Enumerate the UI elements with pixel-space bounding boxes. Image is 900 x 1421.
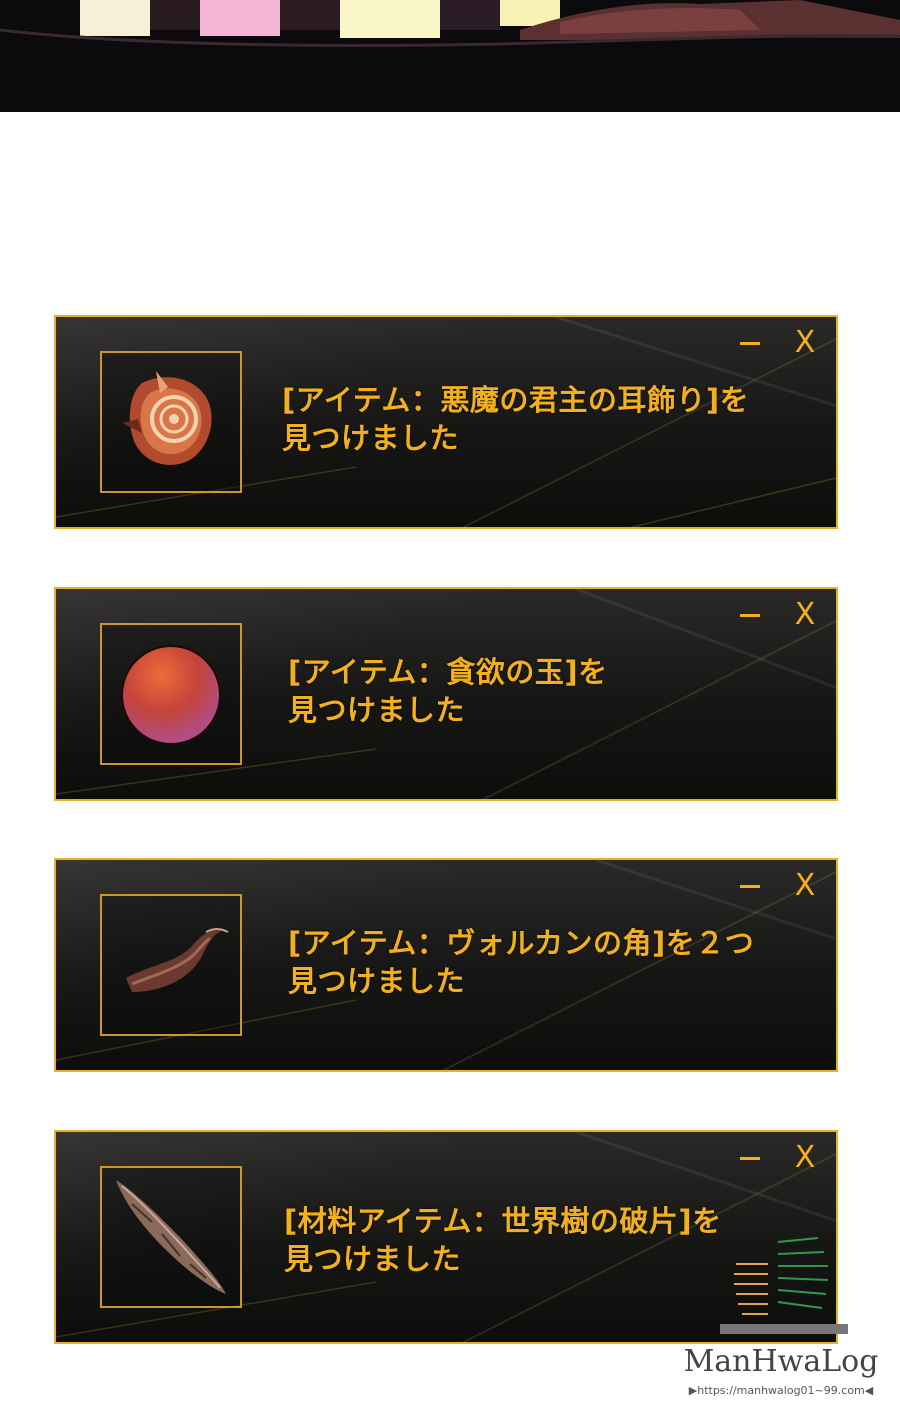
item-found-notification: X [アイテム：ヴォルカンの角]を２つ 見つけました <box>54 858 838 1072</box>
notification-message: [アイテム：貪欲の玉]を 見つけました <box>288 653 828 729</box>
message-line: 見つけました <box>288 964 466 998</box>
close-icon[interactable]: X <box>790 327 820 359</box>
close-icon[interactable]: X <box>790 1142 820 1174</box>
watermark: ManHwaLog ▶https://manhwalog01~99.com◀ <box>668 1228 894 1397</box>
close-icon[interactable]: X <box>790 599 820 631</box>
minimize-icon[interactable] <box>738 1150 764 1168</box>
item-slot <box>100 623 242 765</box>
notification-message: [アイテム：ヴォルカンの角]を２つ 見つけました <box>288 924 828 1000</box>
item-slot <box>100 1166 242 1308</box>
close-icon[interactable]: X <box>790 870 820 902</box>
watermark-logo-text: ManHwaLog <box>683 1344 879 1379</box>
world-tree-fragment-icon <box>116 1180 226 1294</box>
item-found-notification: X [アイテム：悪魔の君主の耳飾り]を 見つけました <box>54 315 838 529</box>
message-line: [アイテム：貪欲の玉]を <box>288 655 608 689</box>
watermark-url: ▶https://manhwalog01~99.com◀ <box>688 1384 874 1397</box>
message-line: [アイテム：悪魔の君主の耳飾り]を <box>282 383 750 417</box>
minimize-icon[interactable] <box>738 607 764 625</box>
watermark-logo-graphic <box>720 1237 848 1334</box>
demon-earring-icon <box>122 371 212 465</box>
item-slot <box>100 351 242 493</box>
message-line: 見つけました <box>288 693 466 727</box>
minimize-icon[interactable] <box>738 335 764 353</box>
vulcan-horn-icon <box>126 928 229 992</box>
item-slot <box>100 894 242 1036</box>
item-found-notification: X [アイテム：貪欲の玉]を 見つけました <box>54 587 838 801</box>
minimize-icon[interactable] <box>738 878 764 896</box>
comic-panel-top <box>0 0 900 112</box>
orb-of-greed-icon <box>121 645 221 745</box>
notification-message: [アイテム：悪魔の君主の耳飾り]を 見つけました <box>282 381 822 457</box>
message-line: [アイテム：ヴォルカンの角]を２つ <box>288 926 755 960</box>
message-line: 見つけました <box>282 421 460 455</box>
